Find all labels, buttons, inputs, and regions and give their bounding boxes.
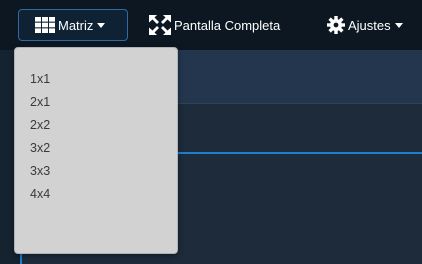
matriz-dropdown-menu: 1x1 2x1 2x2 3x2 3x3 4x4 bbox=[14, 47, 178, 254]
ajustes-label: Ajustes bbox=[348, 17, 391, 33]
fullscreen-button[interactable]: Pantalla Completa bbox=[149, 10, 280, 40]
matriz-option-3x2[interactable]: 3x2 bbox=[15, 137, 177, 160]
workspace-divider bbox=[178, 103, 422, 104]
matriz-label: Matriz bbox=[58, 17, 94, 33]
matriz-option-4x4[interactable]: 4x4 bbox=[15, 183, 177, 206]
matriz-option-2x2[interactable]: 2x2 bbox=[15, 114, 177, 137]
grid-icon bbox=[35, 17, 55, 33]
matriz-options-list: 1x1 2x1 2x2 3x2 3x3 4x4 bbox=[15, 68, 177, 206]
chevron-down-icon bbox=[394, 23, 403, 28]
matriz-option-1x1[interactable]: 1x1 bbox=[15, 68, 177, 91]
ajustes-dropdown-button[interactable]: Ajustes bbox=[327, 10, 403, 40]
expand-arrows-icon bbox=[149, 15, 171, 35]
matriz-option-3x3[interactable]: 3x3 bbox=[15, 160, 177, 183]
gear-icon bbox=[327, 16, 345, 34]
top-toolbar: Matriz Pantalla Completa Ajustes bbox=[0, 0, 422, 50]
workspace-header-band bbox=[178, 50, 422, 103]
matriz-dropdown-button[interactable]: Matriz bbox=[18, 9, 128, 41]
workspace-accent-line bbox=[178, 152, 422, 154]
chevron-down-icon bbox=[97, 23, 106, 28]
matriz-option-2x1[interactable]: 2x1 bbox=[15, 91, 177, 114]
fullscreen-label: Pantalla Completa bbox=[174, 17, 281, 33]
